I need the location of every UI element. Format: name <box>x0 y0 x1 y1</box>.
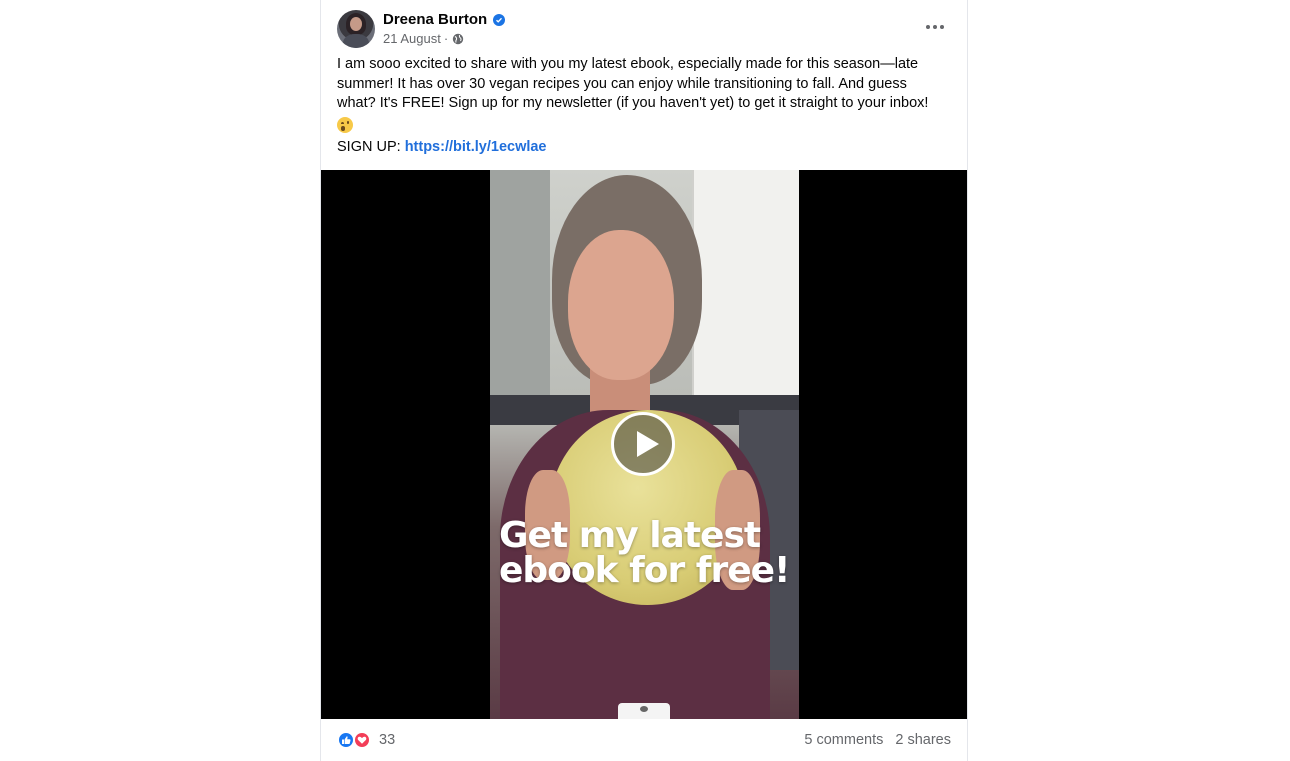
video-logo-tab <box>618 703 670 719</box>
signup-link[interactable]: https://bit.ly/1ecwlae <box>405 139 547 155</box>
love-reaction-icon <box>353 731 371 749</box>
post-date[interactable]: 21 August <box>383 31 441 46</box>
reactions-summary[interactable]: 33 <box>337 731 395 749</box>
more-options-icon <box>926 25 930 29</box>
video-overlay-text: Get my latest ebook for free! <box>499 515 799 591</box>
avatar-face <box>350 17 362 31</box>
heart-logo-icon <box>640 706 648 712</box>
avatar-body <box>343 34 369 48</box>
kitchen-cabinet <box>692 170 799 395</box>
more-options-dot <box>940 25 944 29</box>
kitchen-shelf <box>490 170 550 410</box>
engagement-stats: 5 comments 2 shares <box>804 732 951 748</box>
signup-line: SIGN UP: https://bit.ly/1ecwlae <box>337 139 547 155</box>
post-text: I am sooo excited to share with you my l… <box>337 55 945 136</box>
verified-badge-icon <box>493 13 506 26</box>
play-icon <box>637 431 659 457</box>
author-line: Dreena Burton <box>383 11 506 28</box>
reaction-icons <box>337 731 373 749</box>
post-footer: 33 5 comments 2 shares <box>337 729 951 751</box>
wink-emoji-icon <box>337 116 353 133</box>
overlay-line-2: ebook for free! <box>499 550 790 591</box>
more-options-button[interactable] <box>921 18 949 36</box>
more-options-dot <box>933 25 937 29</box>
play-button[interactable] <box>611 412 675 476</box>
person-face <box>568 230 674 380</box>
avatar[interactable] <box>337 10 375 48</box>
facebook-post: Dreena Burton 21 August · I am sooo exci… <box>320 0 968 761</box>
comments-count[interactable]: 5 comments <box>804 732 883 748</box>
overlay-line-1: Get my latest <box>499 515 761 556</box>
reaction-count: 33 <box>379 732 396 748</box>
like-reaction-icon <box>337 731 355 749</box>
signup-label: SIGN UP: <box>337 139 405 155</box>
post-body-text: I am sooo excited to share with you my l… <box>337 56 929 111</box>
post-meta: 21 August · <box>383 31 464 46</box>
video-player[interactable]: Get my latest ebook for free! <box>321 170 967 719</box>
globe-icon[interactable] <box>452 33 464 45</box>
author-name[interactable]: Dreena Burton <box>383 11 487 28</box>
shares-count[interactable]: 2 shares <box>895 732 951 748</box>
meta-separator: · <box>443 31 449 46</box>
post-header: Dreena Burton 21 August · <box>337 10 951 50</box>
